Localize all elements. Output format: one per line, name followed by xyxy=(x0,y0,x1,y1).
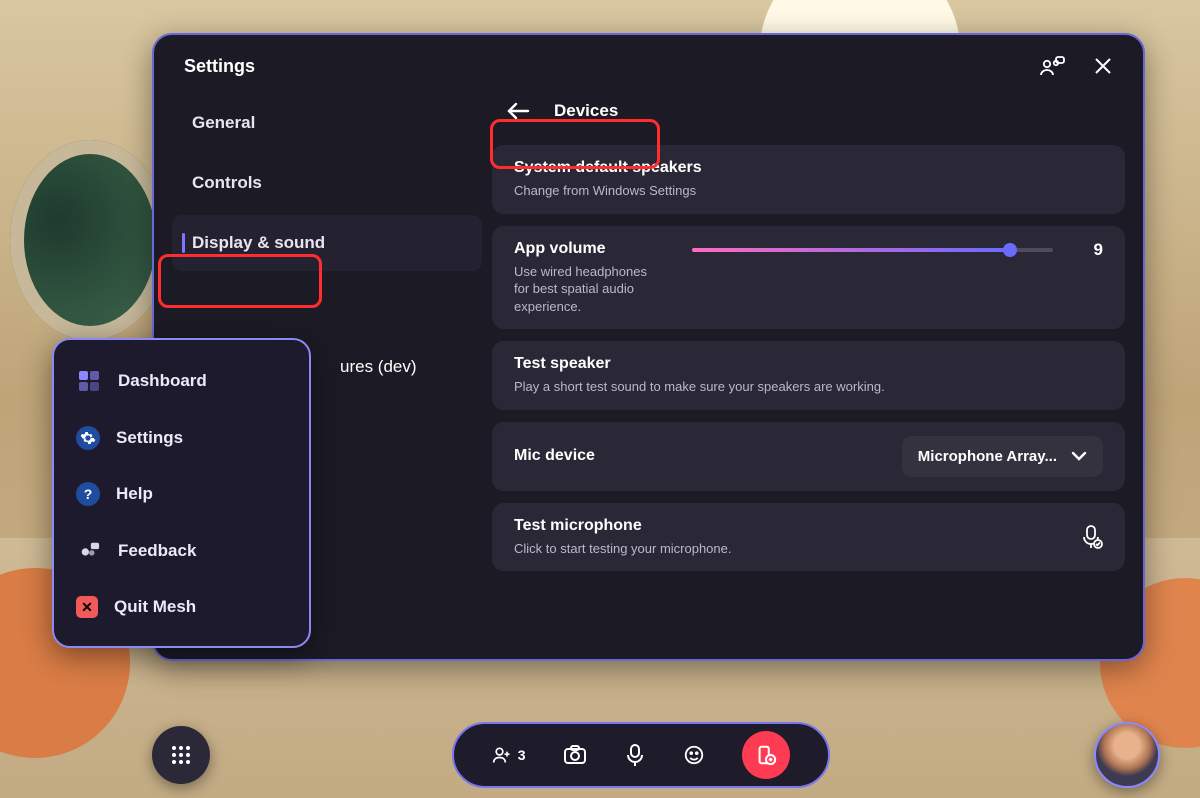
dock-camera[interactable] xyxy=(563,745,587,765)
participant-count: 3 xyxy=(518,747,526,763)
card-mic-device: Mic device Microphone Array... xyxy=(492,422,1125,491)
card-app-volume: App volume Use wired headphones for best… xyxy=(492,226,1125,330)
settings-header: Settings xyxy=(154,35,1143,89)
volume-value: 9 xyxy=(1077,240,1103,260)
gear-icon xyxy=(76,426,100,450)
dropdown-selected: Microphone Array... xyxy=(918,448,1057,465)
card-title: Test microphone xyxy=(514,517,731,535)
sidebar-item-controls[interactable]: Controls xyxy=(172,155,482,211)
devices-back-header[interactable]: Devices xyxy=(492,89,1125,133)
back-arrow-icon xyxy=(506,102,530,120)
menu-item-settings[interactable]: Settings xyxy=(64,412,299,464)
card-title: App volume xyxy=(514,240,674,258)
help-icon: ? xyxy=(76,482,100,506)
dock-reactions[interactable] xyxy=(683,744,705,766)
menu-item-quit[interactable]: ✕ Quit Mesh xyxy=(64,582,299,632)
menu-item-label: Dashboard xyxy=(118,371,207,391)
camera-icon xyxy=(563,745,587,765)
menu-item-feedback[interactable]: Feedback xyxy=(64,524,299,578)
sidebar-item-label: General xyxy=(192,113,255,132)
menu-item-help[interactable]: ? Help xyxy=(64,468,299,520)
feedback-icon xyxy=(76,538,102,564)
sidebar-item-general[interactable]: General xyxy=(172,95,482,151)
sidebar-item-display-sound[interactable]: Display & sound xyxy=(172,215,482,271)
card-test-microphone[interactable]: Test microphone Click to start testing y… xyxy=(492,503,1125,572)
card-system-speakers[interactable]: System default speakers Change from Wind… xyxy=(492,145,1125,214)
mic-device-dropdown[interactable]: Microphone Array... xyxy=(902,436,1103,477)
menu-item-label: Settings xyxy=(116,428,183,448)
close-icon[interactable] xyxy=(1093,56,1113,76)
sidebar-item-label: Controls xyxy=(192,173,262,192)
smile-icon xyxy=(683,744,705,766)
card-subtitle: Click to start testing your microphone. xyxy=(514,540,731,558)
menu-item-label: Quit Mesh xyxy=(114,597,196,617)
card-test-speaker[interactable]: Test speaker Play a short test sound to … xyxy=(492,341,1125,410)
devices-header-label: Devices xyxy=(554,101,618,121)
card-subtitle: Play a short test sound to make sure you… xyxy=(514,378,885,396)
menu-item-label: Help xyxy=(116,484,153,504)
leave-icon xyxy=(755,744,777,766)
apps-grid-icon xyxy=(170,744,192,766)
sidebar-item-label: Display & sound xyxy=(192,233,325,252)
card-title: Mic device xyxy=(514,447,595,465)
chevron-down-icon xyxy=(1071,451,1087,461)
volume-slider-thumb[interactable] xyxy=(1003,243,1017,257)
microphone-icon xyxy=(1079,524,1103,550)
dashboard-icon xyxy=(76,368,102,394)
microphone-icon xyxy=(625,743,645,767)
card-title: System default speakers xyxy=(514,159,702,177)
person-icon xyxy=(492,745,512,765)
dock-participants[interactable]: 3 xyxy=(492,745,526,765)
card-subtitle: Change from Windows Settings xyxy=(514,182,702,200)
dock-leave[interactable] xyxy=(742,731,790,779)
participants-icon[interactable] xyxy=(1039,55,1065,77)
volume-slider[interactable] xyxy=(692,248,1053,252)
dock: 3 xyxy=(452,722,830,788)
settings-content: Devices System default speakers Change f… xyxy=(492,89,1125,641)
menu-item-label: Feedback xyxy=(118,541,196,561)
user-avatar[interactable] xyxy=(1094,722,1160,788)
settings-title: Settings xyxy=(184,56,255,77)
apps-button[interactable] xyxy=(152,726,210,784)
close-icon: ✕ xyxy=(76,596,98,618)
dock-mic[interactable] xyxy=(625,743,645,767)
card-title: Test speaker xyxy=(514,355,885,373)
main-menu: Dashboard Settings ? Help Feedback ✕ Qui… xyxy=(52,338,311,648)
menu-item-dashboard[interactable]: Dashboard xyxy=(64,354,299,408)
card-subtitle: Use wired headphones for best spatial au… xyxy=(514,263,664,316)
